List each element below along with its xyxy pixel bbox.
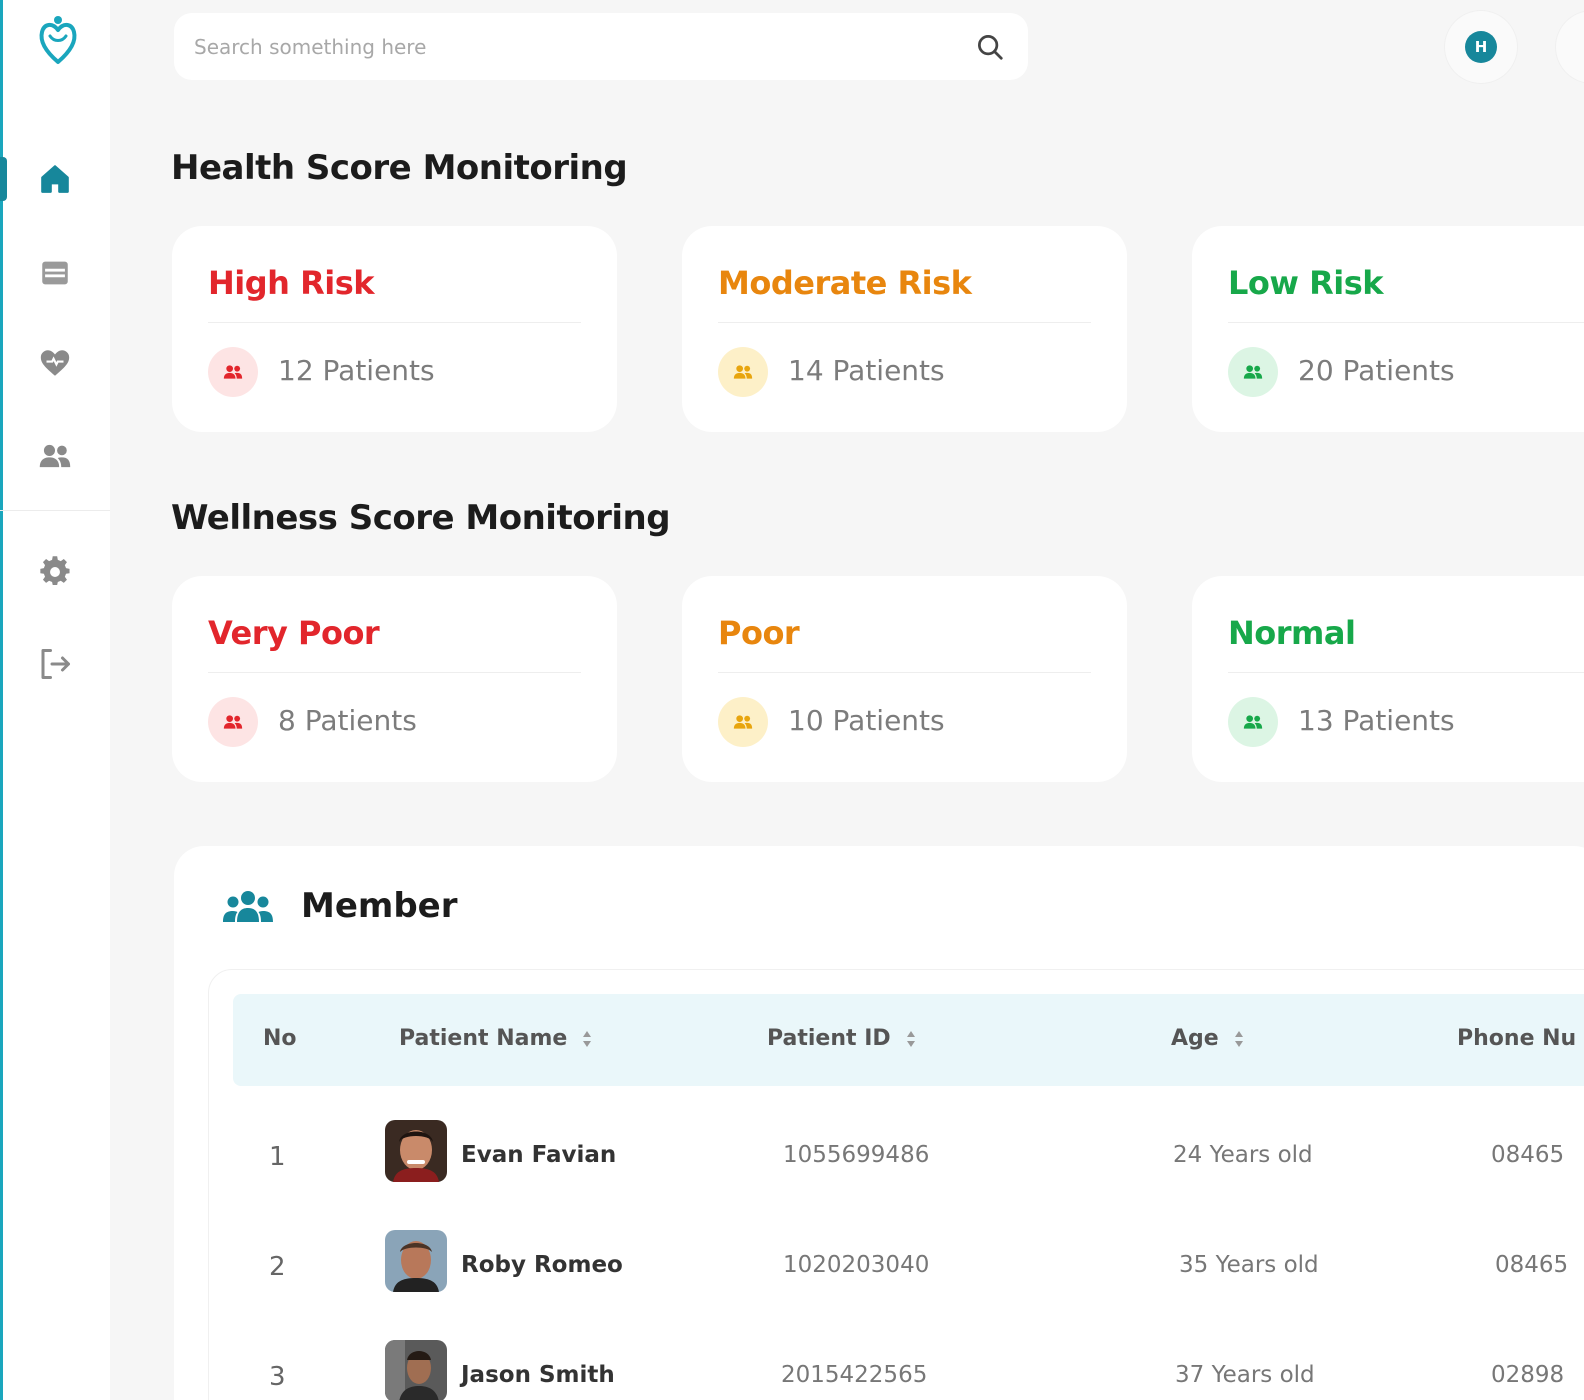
column-header-no: No — [263, 1026, 297, 1051]
members-icon — [223, 891, 273, 922]
patients-icon — [208, 697, 258, 747]
nav-home[interactable] — [32, 156, 78, 202]
app-logo-icon[interactable] — [36, 12, 80, 66]
patient-phone: 02898 — [1491, 1362, 1565, 1388]
wellness-card-poor[interactable]: Poor 10 Patients — [682, 576, 1127, 782]
row-number: 1 — [269, 1142, 286, 1172]
patient-photo — [385, 1120, 447, 1182]
patient-id: 2015422565 — [781, 1362, 928, 1388]
nav-logout[interactable] — [32, 641, 78, 687]
search-bar — [174, 13, 1028, 80]
card-count: 8 Patients — [278, 704, 417, 737]
sidebar — [0, 0, 110, 1400]
search-input[interactable] — [194, 31, 954, 63]
health-card-moderate-risk[interactable]: Moderate Risk 14 Patients — [682, 226, 1127, 432]
calendar-icon — [42, 261, 68, 285]
card-count: 13 Patients — [1298, 704, 1455, 737]
patient-age: 37 Years old — [1175, 1362, 1315, 1388]
user-avatar-button[interactable]: H — [1445, 11, 1517, 83]
patients-icon — [718, 697, 768, 747]
sort-icon[interactable] — [581, 1029, 593, 1049]
wellness-card-very-poor[interactable]: Very Poor 8 Patients — [172, 576, 617, 782]
card-divider — [1228, 672, 1584, 673]
patient-name[interactable]: Roby Romeo — [461, 1252, 623, 1278]
table-row[interactable]: 2 Roby Romeo 1020203040 35 Years old 084… — [233, 1228, 1584, 1308]
column-label: Phone Nu — [1457, 1026, 1577, 1051]
patient-age: 35 Years old — [1179, 1252, 1319, 1278]
nav-calendar[interactable] — [32, 250, 78, 296]
gear-icon — [40, 556, 70, 585]
users-icon — [39, 444, 71, 468]
health-card-low-risk[interactable]: Low Risk 20 Patients — [1192, 226, 1584, 432]
patient-id: 1055699486 — [783, 1142, 930, 1168]
column-header-phone[interactable]: Phone Nu — [1457, 1026, 1576, 1051]
card-title: Very Poor — [208, 614, 380, 652]
nav-health[interactable] — [32, 340, 78, 386]
patients-icon — [1228, 697, 1278, 747]
health-card-high-risk[interactable]: High Risk 12 Patients — [172, 226, 617, 432]
nav-divider — [0, 510, 110, 511]
table-row[interactable]: 1 Evan Favian 1055699486 24 Years old 08… — [233, 1118, 1584, 1198]
member-title: Member — [301, 886, 458, 926]
column-label: No — [263, 1026, 297, 1051]
member-table: No Patient Name Patient ID Age Phone Nu … — [208, 969, 1584, 1400]
patients-icon — [1228, 347, 1278, 397]
header-action-button[interactable] — [1556, 11, 1584, 83]
logout-icon — [41, 649, 70, 679]
health-section-title: Health Score Monitoring — [171, 148, 628, 188]
search-icon — [978, 35, 1003, 60]
nav-settings[interactable] — [32, 549, 78, 595]
search-button[interactable] — [974, 31, 1006, 63]
table-row[interactable]: 3 Jason Smith 2015422565 37 Years old 02… — [233, 1338, 1584, 1400]
card-title: Poor — [718, 614, 800, 652]
patient-phone: 08465 — [1491, 1142, 1565, 1168]
card-divider — [208, 672, 581, 673]
column-label: Patient Name — [399, 1026, 568, 1051]
home-icon — [41, 165, 69, 193]
column-header-age[interactable]: Age — [1171, 1026, 1245, 1051]
row-number: 3 — [269, 1362, 286, 1392]
patient-age: 24 Years old — [1173, 1142, 1313, 1168]
card-divider — [718, 322, 1091, 323]
patient-name[interactable]: Evan Favian — [461, 1142, 616, 1168]
nav-members[interactable] — [32, 433, 78, 479]
card-title: Normal — [1228, 614, 1356, 652]
card-title: High Risk — [208, 264, 375, 302]
column-header-patient-name[interactable]: Patient Name — [399, 1026, 593, 1051]
wellness-section-title: Wellness Score Monitoring — [171, 498, 671, 538]
patient-photo — [385, 1230, 447, 1292]
card-count: 12 Patients — [278, 354, 435, 387]
sort-icon[interactable] — [1233, 1029, 1245, 1049]
patient-phone: 08465 — [1495, 1252, 1569, 1278]
patient-name[interactable]: Jason Smith — [461, 1362, 615, 1388]
sort-icon[interactable] — [905, 1029, 917, 1049]
nav-active-indicator — [0, 157, 7, 201]
card-divider — [208, 322, 581, 323]
card-divider — [718, 672, 1091, 673]
avatar: H — [1465, 31, 1497, 63]
card-divider — [1228, 322, 1584, 323]
heart-icon — [40, 350, 70, 376]
column-label: Patient ID — [767, 1026, 891, 1051]
card-count: 14 Patients — [788, 354, 945, 387]
column-header-patient-id[interactable]: Patient ID — [767, 1026, 917, 1051]
patient-id: 1020203040 — [783, 1252, 930, 1278]
card-count: 10 Patients — [788, 704, 945, 737]
row-number: 2 — [269, 1252, 286, 1282]
card-title: Moderate Risk — [718, 264, 972, 302]
card-count: 20 Patients — [1298, 354, 1455, 387]
patient-photo — [385, 1340, 447, 1400]
sidebar-edge — [0, 0, 3, 1400]
card-title: Low Risk — [1228, 264, 1384, 302]
patients-icon — [718, 347, 768, 397]
wellness-card-normal[interactable]: Normal 13 Patients — [1192, 576, 1584, 782]
patients-icon — [208, 347, 258, 397]
column-label: Age — [1171, 1026, 1219, 1051]
table-header: No Patient Name Patient ID Age Phone Nu — [233, 994, 1584, 1086]
member-panel: Member No Patient Name Patient ID Age Ph… — [174, 846, 1584, 1400]
